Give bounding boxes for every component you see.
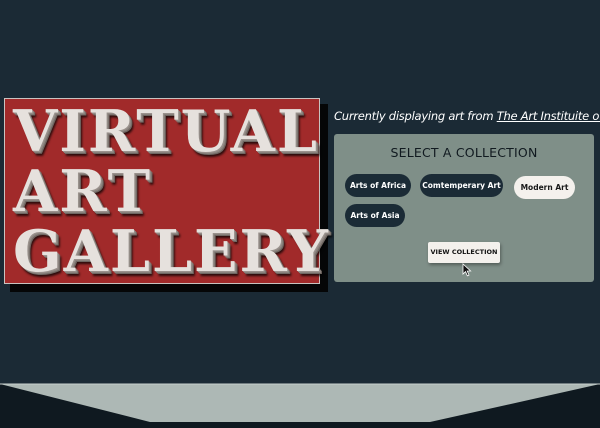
- panel-title: SELECT A COLLECTION: [390, 145, 538, 160]
- view-collection-button[interactable]: VIEW COLLECTION: [428, 242, 500, 263]
- sign-line-gallery: GALLERY: [13, 218, 330, 285]
- sign-line-art: ART: [13, 158, 153, 225]
- page: VIRTUAL ART GALLERY Currently displaying…: [0, 0, 600, 428]
- mouse-pointer-icon: [462, 263, 472, 277]
- collection-panel: SELECT A COLLECTION Arts of Africa Comte…: [334, 134, 594, 282]
- sign-line-virtual: VIRTUAL: [13, 98, 319, 165]
- collection-arts-of-asia-button[interactable]: Arts of Asia: [345, 204, 405, 227]
- credit-prefix: Currently displaying art from: [334, 109, 497, 123]
- source-credit: Currently displaying art from The Art In…: [334, 109, 600, 123]
- gallery-title-sign: VIRTUAL ART GALLERY: [4, 98, 328, 284]
- art-institute-link[interactable]: The Art Instituite of Chicago: [497, 109, 600, 123]
- collection-contemporary-art-button[interactable]: Comtemperary Art: [420, 174, 503, 197]
- collection-modern-art-button[interactable]: Modern Art: [514, 176, 575, 199]
- collection-arts-of-africa-button[interactable]: Arts of Africa: [345, 174, 411, 197]
